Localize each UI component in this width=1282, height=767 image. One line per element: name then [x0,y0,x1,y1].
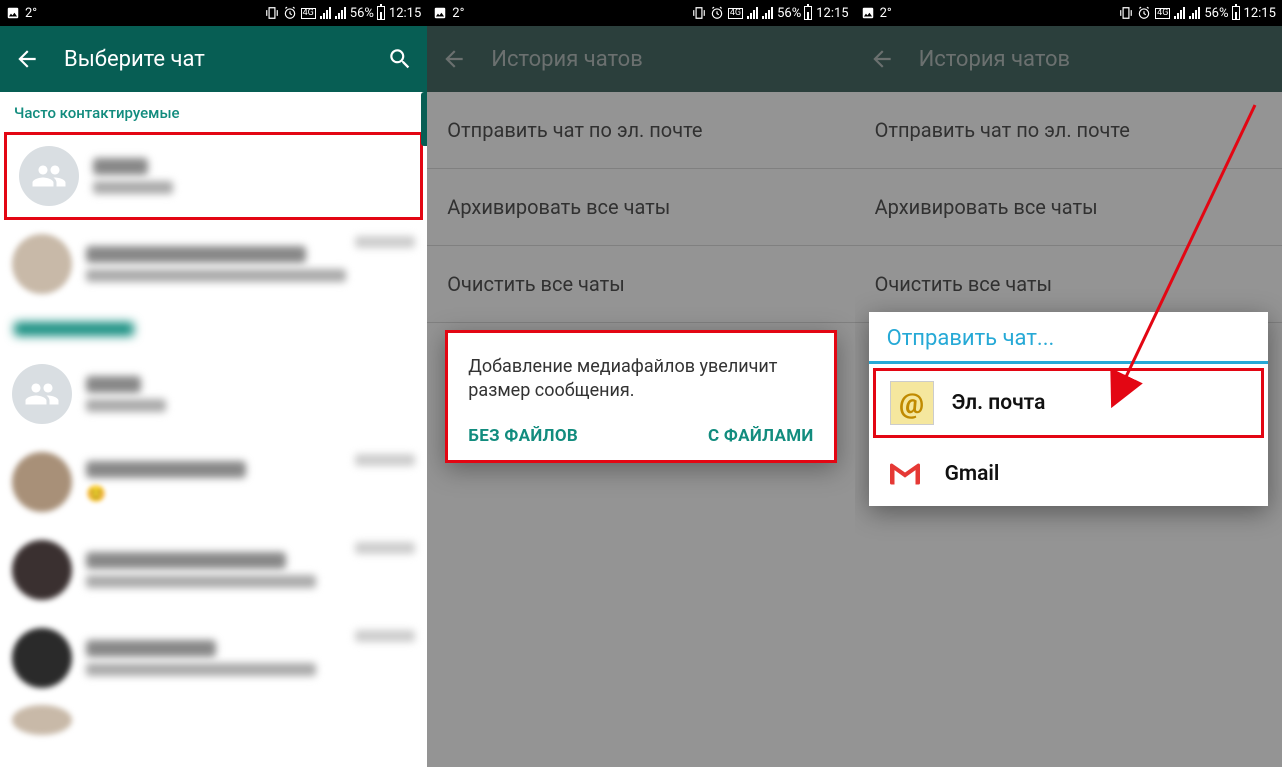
battery-icon [804,6,812,20]
contact-row[interactable] [0,702,427,742]
alarm-icon [710,6,724,20]
emoji-blurred: 😊 [86,484,341,503]
temperature: 2° [25,6,37,21]
screen-select-chat: 2° 4G 56% 12:15 Выберите чат Часто конта… [0,0,427,767]
contact-name-blurred [86,552,286,569]
clock-time: 12:15 [389,6,421,21]
contact-meta-blurred [355,542,415,554]
signal-icon [1174,7,1185,19]
contact-subtitle-blurred [86,575,316,588]
gmail-app-icon [883,452,927,496]
clock-time: 12:15 [1244,6,1276,21]
group-avatar-icon [19,146,79,206]
network-badge: 4G [1155,8,1170,19]
status-bar: 2° 4G 56% 12:15 [855,0,1282,26]
avatar [12,452,72,512]
avatar [12,705,72,735]
share-sheet: Отправить чат... @ Эл. почта Gmail [869,312,1268,506]
share-item-gmail[interactable]: Gmail [869,442,1268,506]
contact-row[interactable] [0,220,427,308]
avatar [12,234,72,294]
battery-percent: 56% [777,6,801,21]
contact-row[interactable] [0,350,427,438]
contact-subtitle-blurred [86,269,346,282]
signal-icon-2 [762,7,773,19]
picture-icon [6,6,20,20]
contact-name-blurred [86,246,306,263]
vibrate-icon [265,6,279,20]
section-header-frequent: Часто контактируемые [0,92,427,132]
contact-subtitle-blurred [93,181,173,194]
share-item-email[interactable]: @ Эл. почта [873,368,1264,438]
screen-chat-history-dialog: 2° 4G 56% 12:15 История чатов Отправить … [427,0,854,767]
share-sheet-title: Отправить чат... [869,312,1268,364]
temperature: 2° [880,6,892,21]
contact-name-blurred [93,158,148,175]
back-icon[interactable] [14,46,40,72]
contact-name-blurred [86,461,246,478]
signal-icon [320,7,331,19]
contact-row[interactable]: 😊 [0,438,427,526]
email-app-icon: @ [890,381,934,425]
dialog-message: Добавление медиафайлов увеличит размер с… [468,355,813,404]
app-bar: Выберите чат [0,26,427,92]
status-bar: 2° 4G 56% 12:15 [427,0,854,26]
picture-icon [861,6,875,20]
picture-icon [433,6,447,20]
contact-meta-blurred [355,630,415,642]
dialog-button-with-files[interactable]: С ФАЙЛАМИ [708,426,814,446]
avatar [12,540,72,600]
contact-row-highlighted[interactable] [4,132,423,220]
contact-subtitle-blurred [86,663,316,676]
temperature: 2° [452,6,464,21]
clock-time: 12:15 [816,6,848,21]
contact-name-blurred [86,376,141,393]
share-item-label: Gmail [945,462,1000,486]
contact-row[interactable] [0,614,427,702]
signal-icon-2 [335,7,346,19]
avatar [12,628,72,688]
alarm-icon [283,6,297,20]
signal-icon [747,7,758,19]
contact-row[interactable] [0,526,427,614]
contact-subtitle-blurred [86,399,166,412]
battery-percent: 56% [350,6,374,21]
group-avatar-icon [12,364,72,424]
vibrate-icon [692,6,706,20]
vibrate-icon [1119,6,1133,20]
signal-icon-2 [1189,7,1200,19]
page-title: Выберите чат [64,47,363,72]
media-files-dialog: Добавление медиафайлов увеличит размер с… [445,330,836,463]
contact-name-blurred [86,640,216,657]
network-badge: 4G [728,8,743,19]
share-item-label: Эл. почта [952,391,1046,415]
screen-share-chat: 2° 4G 56% 12:15 История чатов Отправить … [855,0,1282,767]
network-badge: 4G [301,8,316,19]
search-icon[interactable] [387,46,413,72]
battery-percent: 56% [1204,6,1228,21]
dialog-button-no-files[interactable]: БЕЗ ФАЙЛОВ [468,426,578,446]
status-bar: 2° 4G 56% 12:15 [0,0,427,26]
contact-meta-blurred [355,454,415,466]
section-header-blurred [14,322,134,336]
battery-icon [377,6,385,20]
contact-meta-blurred [355,236,415,248]
alarm-icon [1137,6,1151,20]
battery-icon [1232,6,1240,20]
